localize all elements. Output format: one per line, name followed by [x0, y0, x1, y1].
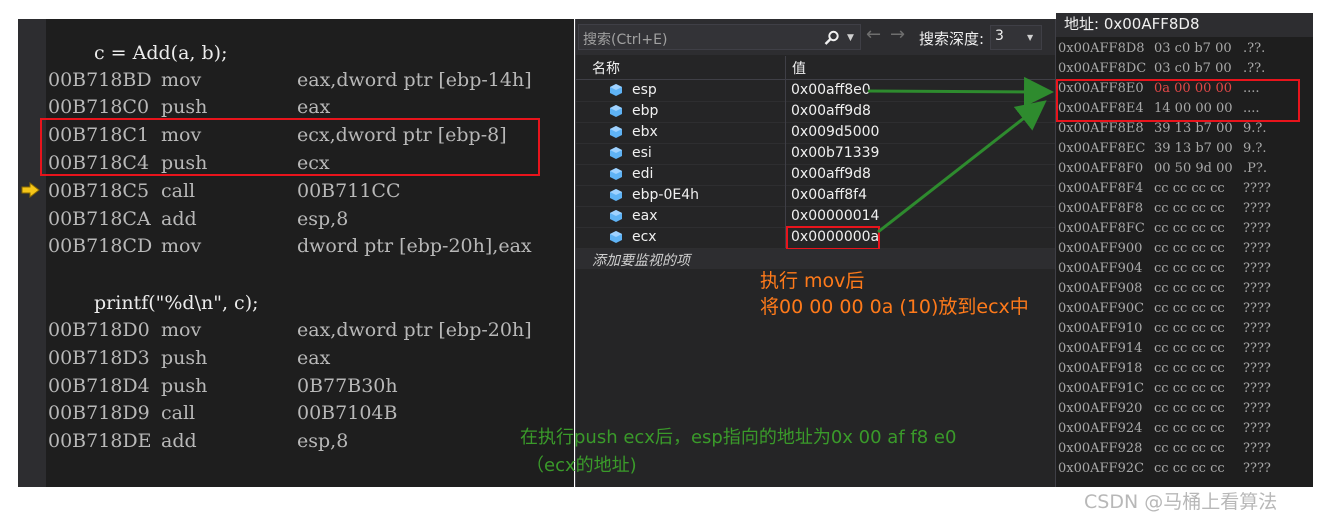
arrow-ecx-to-memory	[877, 100, 1047, 234]
watermark: CSDN @马桶上看算法	[1084, 491, 1278, 513]
annotation-arrows	[867, 76, 1054, 234]
arrow-esp-to-memory	[867, 76, 1054, 107]
